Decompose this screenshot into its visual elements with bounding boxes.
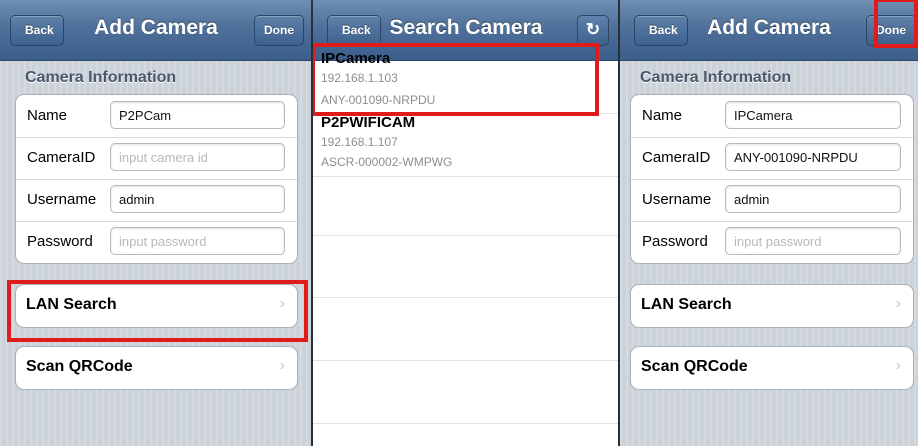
camera-id-label: CameraID [642,149,711,166]
navigation-bar: Back Add Camera Done [0,0,312,61]
username-field[interactable]: admin [110,185,285,213]
name-field[interactable]: IPCamera [725,101,901,129]
chevron-right-icon: › [895,295,901,312]
camera-id: ASCR-000002-WMPWG [321,155,453,169]
page-title: Search Camera [389,16,543,39]
add-camera-screen-right: Back Add Camera Done Camera Information … [620,0,918,446]
password-field[interactable]: input password [110,227,285,255]
search-results-list: IPCamera 192.168.1.103 ANY-001090-NRPDU … [313,50,619,446]
scan-qrcode-button[interactable]: Scan QRCode › [15,346,298,390]
add-camera-screen-left: Back Add Camera Done Camera Information … [0,0,312,446]
camera-id: ANY-001090-NRPDU [321,93,436,107]
camera-id-row: CameraID ANY-001090-NRPDU [631,137,913,180]
name-row: Name IPCamera [631,95,913,138]
refresh-icon[interactable]: ↻ [577,15,609,46]
section-header: Camera Information [640,69,792,86]
password-field[interactable]: input password [725,227,901,255]
username-row: Username admin [16,179,297,222]
camera-info-form: Name IPCamera CameraID ANY-001090-NRPDU … [630,94,914,264]
lan-search-button[interactable]: LAN Search › [15,284,298,328]
name-label: Name [27,107,68,124]
done-button[interactable]: Done [254,15,304,46]
navigation-bar: Back Add Camera Done [620,0,918,61]
camera-id-row: CameraID input camera id [16,137,297,180]
username-label: Username [27,191,97,208]
camera-id-label: CameraID [27,149,96,166]
password-label: Password [642,233,708,250]
lan-search-label: LAN Search [641,296,732,313]
password-label: Password [27,233,93,250]
chevron-right-icon: › [895,357,901,374]
done-button[interactable]: Done [866,15,916,46]
username-label: Username [642,191,712,208]
screenshot-composite: Back Add Camera Done Camera Information … [0,0,918,446]
list-item-empty [313,361,619,424]
chevron-right-icon: › [279,357,285,374]
camera-info-form: Name P2PCam CameraID input camera id Use… [15,94,298,264]
camera-id-field[interactable]: input camera id [110,143,285,171]
list-item[interactable]: IPCamera 192.168.1.103 ANY-001090-NRPDU [313,50,619,114]
password-row: Password input password [16,221,297,263]
name-label: Name [642,107,683,124]
camera-name: IPCamera [321,50,391,67]
username-field[interactable]: admin [725,185,901,213]
password-row: Password input password [631,221,913,263]
chevron-right-icon: › [279,295,285,312]
lan-search-label: LAN Search [26,296,117,313]
camera-id-field[interactable]: ANY-001090-NRPDU [725,143,901,171]
camera-ip: 192.168.1.107 [321,135,398,149]
name-row: Name P2PCam [16,95,297,138]
camera-ip: 192.168.1.103 [321,71,398,85]
section-header: Camera Information [25,69,177,86]
scan-qrcode-label: Scan QRCode [26,358,133,375]
name-field[interactable]: P2PCam [110,101,285,129]
search-camera-screen: Back Search Camera ↻ IPCamera 192.168.1.… [313,0,619,446]
list-item-empty [313,177,619,236]
list-item[interactable]: P2PWIFICAM 192.168.1.107 ASCR-000002-WMP… [313,114,619,177]
username-row: Username admin [631,179,913,222]
list-item-empty [313,236,619,298]
scan-qrcode-label: Scan QRCode [641,358,748,375]
list-item-empty [313,298,619,361]
camera-name: P2PWIFICAM [321,114,416,131]
lan-search-button[interactable]: LAN Search › [630,284,914,328]
scan-qrcode-button[interactable]: Scan QRCode › [630,346,914,390]
